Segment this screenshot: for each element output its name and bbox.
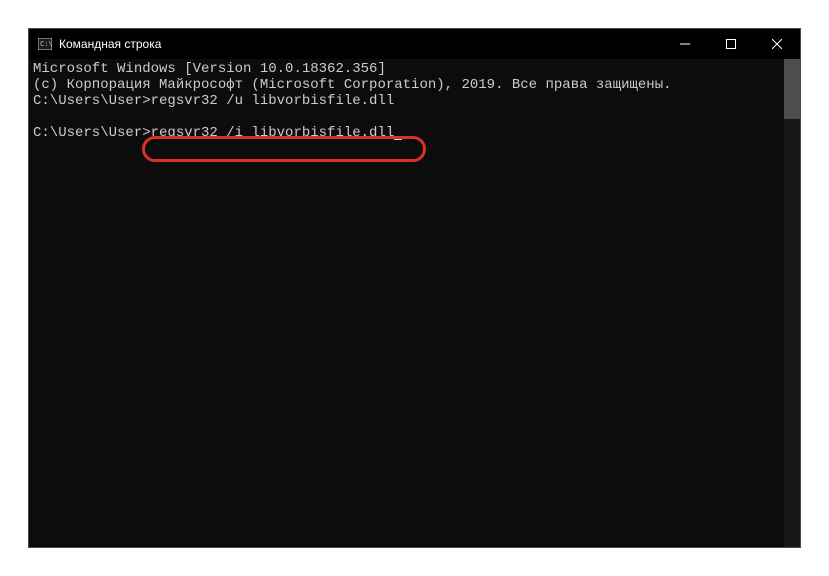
- window-controls: [662, 29, 800, 59]
- cmd-icon: C:\: [37, 36, 53, 52]
- command-text: regsvr32 /u libvorbisfile.dll: [151, 93, 395, 109]
- scrollbar-thumb[interactable]: [784, 59, 800, 119]
- cmd-window: C:\ Командная строка Microsoft Windows […: [28, 28, 801, 548]
- prompt: C:\Users\User>: [33, 125, 151, 141]
- minimize-button[interactable]: [662, 29, 708, 59]
- command-line: C:\Users\User>regsvr32 /i libvorbisfile.…: [33, 125, 796, 141]
- output-line: (c) Корпорация Майкрософт (Microsoft Cor…: [33, 77, 796, 93]
- close-button[interactable]: [754, 29, 800, 59]
- prompt: C:\Users\User>: [33, 93, 151, 109]
- terminal-output[interactable]: Microsoft Windows [Version 10.0.18362.35…: [29, 59, 800, 547]
- svg-text:C:\: C:\: [40, 40, 52, 48]
- output-line: [33, 109, 796, 125]
- cursor: [394, 138, 402, 140]
- titlebar-left: C:\ Командная строка: [37, 36, 161, 52]
- titlebar[interactable]: C:\ Командная строка: [29, 29, 800, 59]
- scrollbar[interactable]: [784, 59, 800, 547]
- maximize-button[interactable]: [708, 29, 754, 59]
- command-line: C:\Users\User>regsvr32 /u libvorbisfile.…: [33, 93, 796, 109]
- output-line: Microsoft Windows [Version 10.0.18362.35…: [33, 61, 796, 77]
- command-text: regsvr32 /i libvorbisfile.dll: [151, 125, 395, 141]
- window-title: Командная строка: [59, 37, 161, 51]
